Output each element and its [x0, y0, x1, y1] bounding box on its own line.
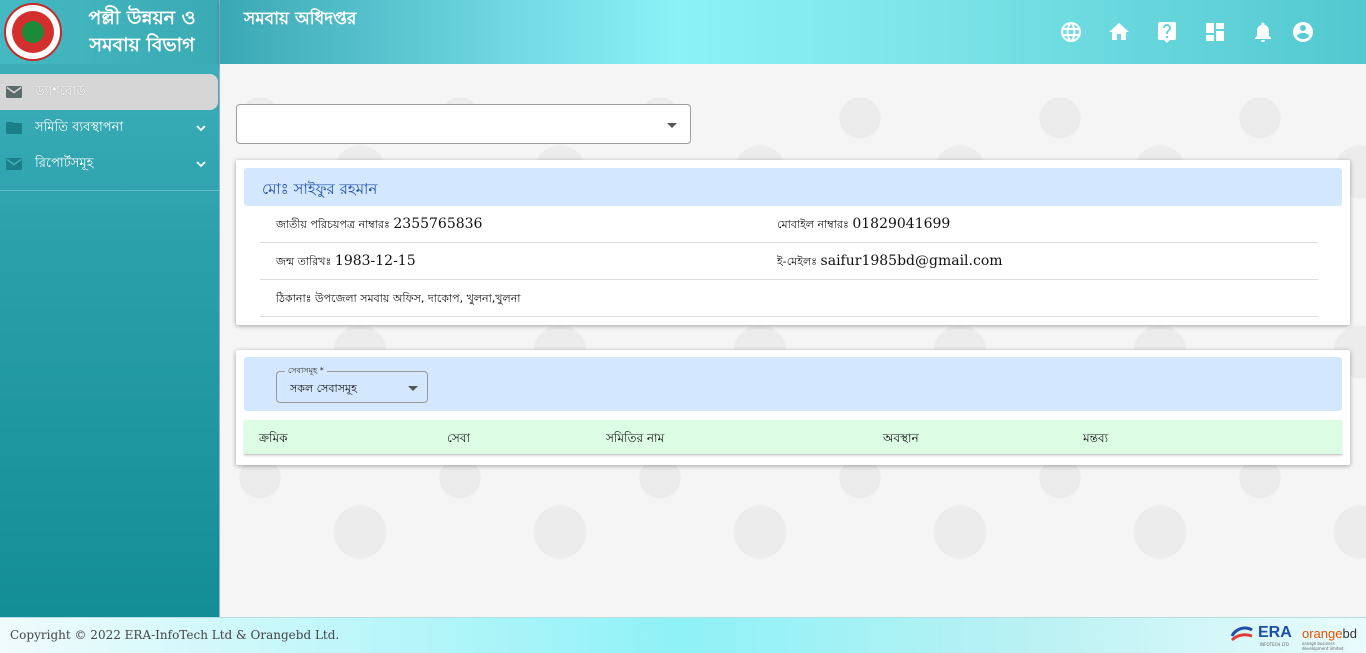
address-value: উপজেলা সমবায় অফিস, দাকোপ, খুলনা,খুলনা [315, 292, 521, 305]
column-header-serial[interactable]: ক্রমিক [259, 430, 288, 450]
sidebar-item-society-management[interactable]: সমিতি ব্যবস্থাপনা [0, 110, 219, 146]
dob-field: জন্ম তারিখঃ 1983-12-15 [276, 253, 416, 272]
mail-icon [6, 158, 22, 170]
sidebar-item-reports[interactable]: রিপোর্টসমূহ [0, 146, 219, 182]
profile-name: মোঃ সাইফুর রহমান [244, 168, 1342, 206]
dob-label: জন্ম তারিখঃ [276, 255, 332, 268]
caret-down-icon [408, 386, 418, 391]
orangebd-logo-text: orangebd [1302, 626, 1358, 641]
top-header: সমবায় অধিদপ্তর [220, 0, 1366, 64]
dob-value: 1983-12-15 [334, 253, 416, 269]
sidebar-item-label: সমিতি ব্যবস্থাপনা [35, 119, 124, 135]
folder-icon [6, 122, 22, 134]
brand[interactable]: পল্লী উন্নয়ন ও সমবায় বিভাগ [0, 0, 219, 64]
column-header-service[interactable]: সেবা [447, 430, 470, 450]
email-label: ই-মেইলঃ [777, 255, 818, 268]
account-icon[interactable] [1291, 20, 1315, 44]
nid-label: জাতীয় পরিচয়পত্র নাম্বারঃ [276, 218, 390, 231]
sidebar-nav: ড্যাশবোর্ড সমিতি ব্যবস্থাপনা রিপোর্টসমূহ [0, 74, 219, 191]
chevron-down-icon [196, 125, 206, 132]
era-logo-subtext: INFOTECH LTD [1260, 642, 1289, 647]
office-select[interactable] [236, 104, 691, 144]
copyright-text: Copyright © 2022 ERA-InfoTech Ltd & Oran… [10, 628, 340, 642]
orangebd-logo-text-plain: bd [1342, 626, 1357, 641]
services-select-value: সকল সেবাসমূহ [290, 382, 357, 395]
brand-line-1: পল্লী উন্নয়ন ও [88, 7, 196, 29]
address-field: ঠিকানাঃ উপজেলা সমবায় অফিস, দাকোপ, খুলনা… [276, 290, 520, 309]
bell-icon[interactable] [1251, 20, 1275, 44]
page-title: সমবায় অধিদপ্তর [244, 9, 357, 29]
services-select-label: সেবাসমূহ * [285, 365, 327, 378]
globe-icon[interactable] [1059, 20, 1083, 44]
profile-row: জাতীয় পরিচয়পত্র নাম্বারঃ 2355765836 মো… [260, 206, 1318, 243]
sidebar-item-label: রিপোর্টসমূহ [35, 155, 94, 171]
help-icon[interactable] [1155, 20, 1179, 44]
profile-card: মোঃ সাইফুর রহমান জাতীয় পরিচয়পত্র নাম্ব… [236, 160, 1350, 325]
address-label: ঠিকানাঃ [276, 292, 312, 305]
era-logo-text: ERA [1258, 624, 1292, 641]
brand-title: পল্লী উন্নয়ন ও সমবায় বিভাগ [72, 5, 212, 59]
chevron-down-icon [196, 161, 206, 168]
footer: Copyright © 2022 ERA-InfoTech Ltd & Oran… [0, 617, 1366, 653]
orangebd-logo-subtext: orange business development limited [1302, 641, 1344, 651]
orangebd-logo-text-colored: orange [1302, 626, 1343, 641]
services-card: সেবাসমূহ * সকল সেবাসমূহ ক্রমিক সেবা সমিত… [236, 350, 1350, 465]
services-select[interactable]: সেবাসমূহ * সকল সেবাসমূহ [276, 365, 428, 403]
column-header-comment[interactable]: মন্তব্য [1083, 430, 1108, 450]
caret-down-icon [667, 123, 677, 128]
sidebar-item-dashboard[interactable]: ড্যাশবোর্ড [0, 74, 218, 110]
sidebar: পল্লী উন্নয়ন ও সমবায় বিভাগ ড্যাশবোর্ড … [0, 0, 220, 617]
mobile-label: মোবাইল নাম্বারঃ [777, 218, 849, 231]
profile-row: ঠিকানাঃ উপজেলা সমবায় অফিস, দাকোপ, খুলনা… [260, 280, 1318, 317]
profile-row: জন্ম তারিখঃ 1983-12-15 ই-মেইলঃ saifur198… [260, 243, 1318, 280]
mail-icon [6, 86, 22, 98]
orangebd-logo[interactable]: orangebd orange business development lim… [1302, 626, 1358, 651]
era-infotech-logo[interactable]: ERA INFOTECH LTD [1230, 624, 1292, 648]
dashboard-icon[interactable] [1203, 20, 1227, 44]
government-seal-logo [4, 3, 62, 61]
table-header: ক্রমিক সেবা সমিতির নাম অবস্থান মন্তব্য [244, 420, 1342, 455]
email-field: ই-মেইলঃ saifur1985bd@gmail.com [777, 253, 1003, 272]
mobile-field: মোবাইল নাম্বারঃ 01829041699 [777, 216, 950, 235]
era-swoosh-icon [1230, 626, 1253, 642]
column-header-status[interactable]: অবস্থান [883, 430, 919, 450]
sidebar-item-label: ড্যাশবোর্ড [35, 83, 86, 99]
column-header-society-name[interactable]: সমিতির নাম [606, 430, 664, 450]
filter-bar: সেবাসমূহ * সকল সেবাসমূহ [244, 357, 1342, 411]
mobile-value: 01829041699 [852, 216, 951, 232]
email-value: saifur1985bd@gmail.com [820, 253, 1003, 269]
nid-value: 2355765836 [393, 216, 483, 232]
nid-field: জাতীয় পরিচয়পত্র নাম্বারঃ 2355765836 [276, 216, 482, 235]
brand-line-2: সমবায় বিভাগ [89, 34, 195, 56]
main-content: মোঃ সাইফুর রহমান জাতীয় পরিচয়পত্র নাম্ব… [220, 64, 1366, 617]
home-icon[interactable] [1107, 20, 1131, 44]
